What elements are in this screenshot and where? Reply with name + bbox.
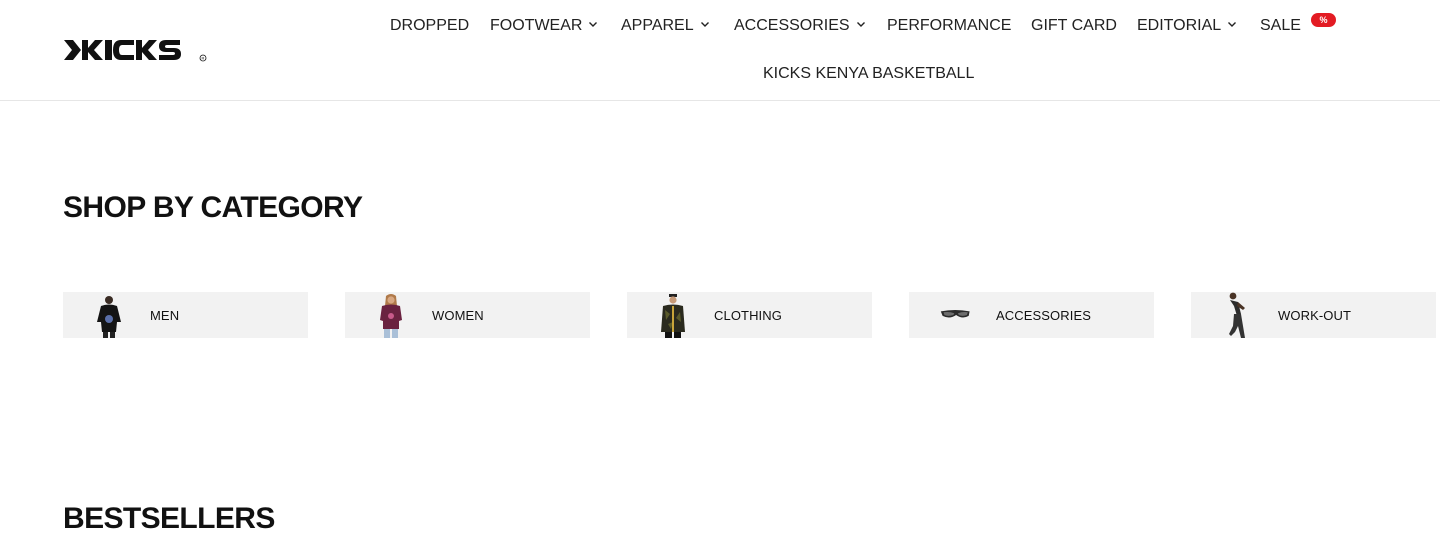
nav-item-footwear[interactable]: FOOTWEAR [490, 16, 598, 36]
bestsellers-title: BESTSELLERS [63, 502, 275, 535]
nav-item-performance[interactable]: PERFORMANCE [887, 16, 1011, 36]
category-label: WOMEN [432, 308, 484, 323]
nav-item-label: GIFT CARD [1031, 17, 1117, 34]
category-card-men[interactable]: MEN [63, 292, 308, 338]
sale-badge: % [1311, 13, 1336, 27]
category-label: MEN [150, 308, 180, 323]
clothing-model-image [661, 294, 685, 338]
site-header: R DROPPED FOOTWEAR APPAREL ACCESSORIES P… [0, 0, 1440, 101]
workout-model-image [1229, 292, 1245, 338]
chevron-down-icon [1228, 22, 1237, 27]
nav-item-dropped[interactable]: DROPPED [390, 16, 469, 36]
shop-by-category-title: SHOP BY CATEGORY [63, 191, 363, 224]
nav-item-editorial[interactable]: EDITORIAL [1137, 16, 1237, 36]
nav-item-label: ACCESSORIES [734, 17, 850, 34]
nav-item-label: DROPPED [390, 17, 470, 34]
nav-item-label: FOOTWEAR [490, 17, 583, 34]
nav-item-label: KICKS KENYA BASKETBALL [763, 65, 975, 82]
nav-item-label: PERFORMANCE [887, 17, 1012, 34]
sunglasses-image [940, 310, 970, 318]
chevron-down-icon [700, 22, 709, 27]
nav-item-accessories[interactable]: ACCESSORIES [734, 16, 866, 36]
category-card-accessories[interactable]: ACCESSORIES [909, 292, 1154, 338]
nav-item-label: EDITORIAL [1137, 17, 1222, 34]
category-label: ACCESSORIES [996, 308, 1092, 323]
nav-item-label: SALE [1260, 17, 1301, 34]
category-card-women[interactable]: WOMEN [345, 292, 590, 338]
chevron-down-icon [856, 22, 865, 27]
category-label: WORK-OUT [1278, 308, 1352, 323]
category-card-clothing[interactable]: CLOTHING [627, 292, 872, 338]
nav-item-label: APPAREL [621, 17, 694, 34]
women-model-image [380, 294, 402, 338]
kicks-logo-mark: R [64, 40, 207, 62]
category-label: CLOTHING [714, 308, 782, 323]
nav-item-sale[interactable]: SALE [1260, 16, 1301, 36]
kicks-logo[interactable]: R [64, 38, 208, 64]
svg-text:R: R [202, 56, 205, 61]
nav-item-kicks-kenya-basketball[interactable]: KICKS KENYA BASKETBALL [763, 64, 974, 84]
nav-item-apparel[interactable]: APPAREL [621, 16, 710, 36]
chevron-down-icon [589, 22, 598, 27]
men-model-image [97, 296, 121, 338]
category-card-work-out[interactable]: WORK-OUT [1191, 292, 1436, 338]
nav-item-gift-card[interactable]: GIFT CARD [1031, 16, 1117, 36]
